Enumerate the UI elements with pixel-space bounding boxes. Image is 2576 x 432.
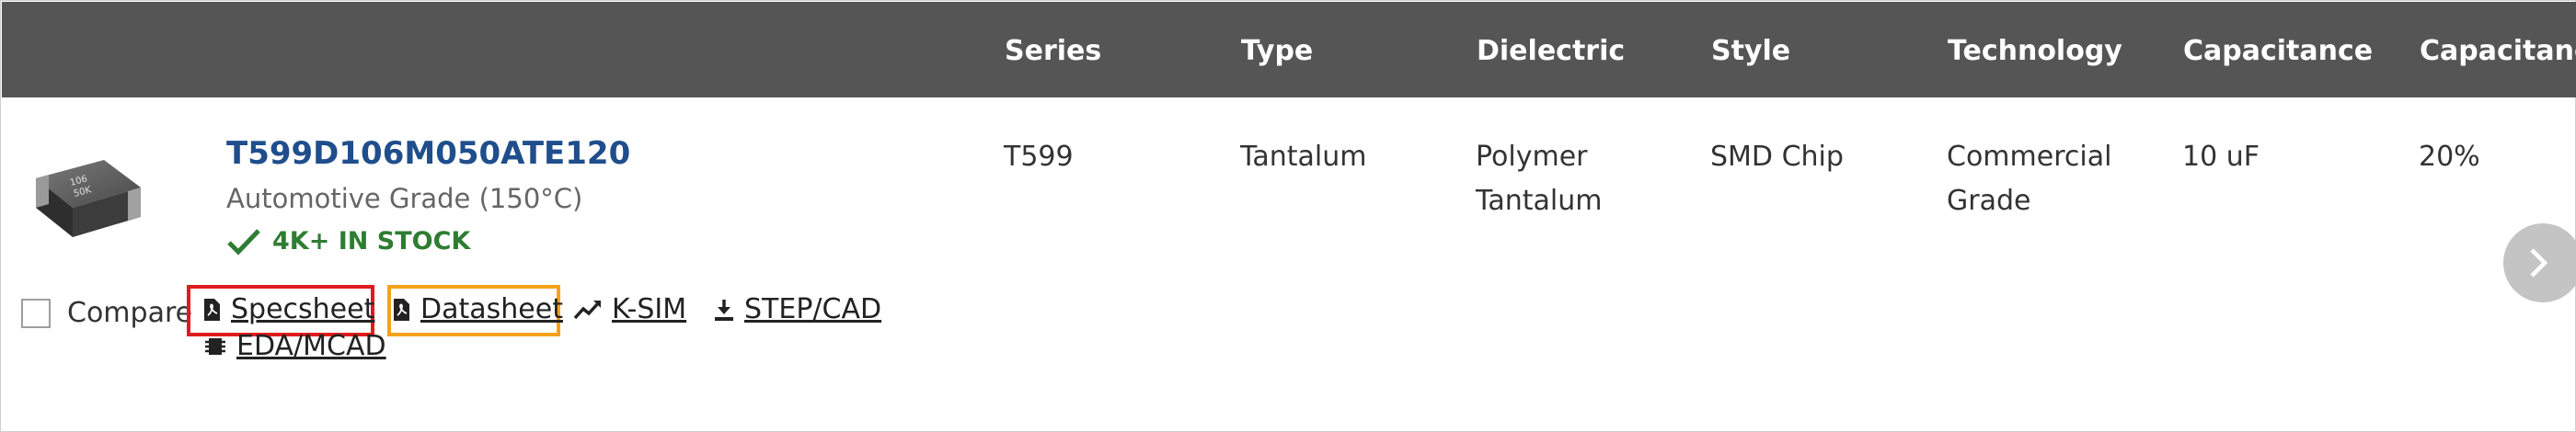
pdf-icon (201, 298, 222, 322)
cell-technology-line1: Commercial (1947, 141, 2112, 173)
column-header-technology[interactable]: Technology (1948, 35, 2122, 67)
chip-icon (203, 335, 227, 358)
cell-dielectric-line1: Polymer (1476, 141, 1588, 173)
ksim-link[interactable]: K-SIM (573, 293, 686, 325)
next-button[interactable] (2503, 223, 2576, 302)
stepcad-link[interactable]: STEP/CAD (713, 293, 881, 325)
column-header-type[interactable]: Type (1241, 35, 1313, 67)
product-table: Series Type Dielectric Style Technology … (0, 0, 2576, 432)
column-header-series[interactable]: Series (1005, 35, 1101, 67)
specsheet-label: Specsheet (231, 293, 375, 325)
check-icon (227, 228, 260, 256)
column-header-style[interactable]: Style (1711, 35, 1790, 67)
cell-capacitance-tolerance: 20% (2419, 141, 2480, 173)
product-image[interactable]: 106 50K (29, 153, 148, 254)
compare-toggle[interactable]: Compare (21, 297, 192, 329)
pdf-icon (391, 298, 411, 322)
ksim-label: K-SIM (612, 293, 687, 325)
table-header: Series Type Dielectric Style Technology … (2, 2, 2576, 97)
download-icon (713, 298, 735, 322)
product-grade: Automotive Grade (150°C) (226, 183, 583, 214)
stock-status: 4K+ IN STOCK (226, 227, 470, 256)
column-header-capacitance[interactable]: Capacitance (2183, 35, 2373, 67)
datasheet-label: Datasheet (420, 293, 563, 325)
cell-dielectric-line2: Tantalum (1476, 185, 1603, 217)
cell-technology-line2: Grade (1947, 185, 2031, 217)
stepcad-label: STEP/CAD (744, 293, 882, 325)
chart-line-icon (573, 298, 603, 322)
column-header-capacitance-tolerance[interactable]: Capacitance (2420, 35, 2576, 67)
compare-checkbox[interactable] (21, 298, 51, 328)
datasheet-link[interactable]: Datasheet (391, 293, 563, 325)
chevron-right-icon (2530, 248, 2548, 278)
edamcad-link[interactable]: EDA/MCAD (203, 330, 386, 362)
edamcad-label: EDA/MCAD (236, 330, 386, 362)
part-number-link[interactable]: T599D106M050ATE120 (226, 135, 630, 172)
cell-capacitance: 10 uF (2182, 141, 2260, 173)
specsheet-link[interactable]: Specsheet (201, 293, 374, 325)
cell-technology: Commercial Grade (1947, 135, 2111, 223)
column-header-dielectric[interactable]: Dielectric (1477, 35, 1625, 67)
cell-style: SMD Chip (1710, 141, 1844, 173)
cell-series: T599 (1004, 141, 1074, 173)
cell-dielectric: Polymer Tantalum (1476, 135, 1602, 223)
stock-label: 4K+ IN STOCK (272, 227, 471, 256)
cell-type: Tantalum (1240, 141, 1367, 173)
compare-label: Compare (67, 297, 193, 329)
